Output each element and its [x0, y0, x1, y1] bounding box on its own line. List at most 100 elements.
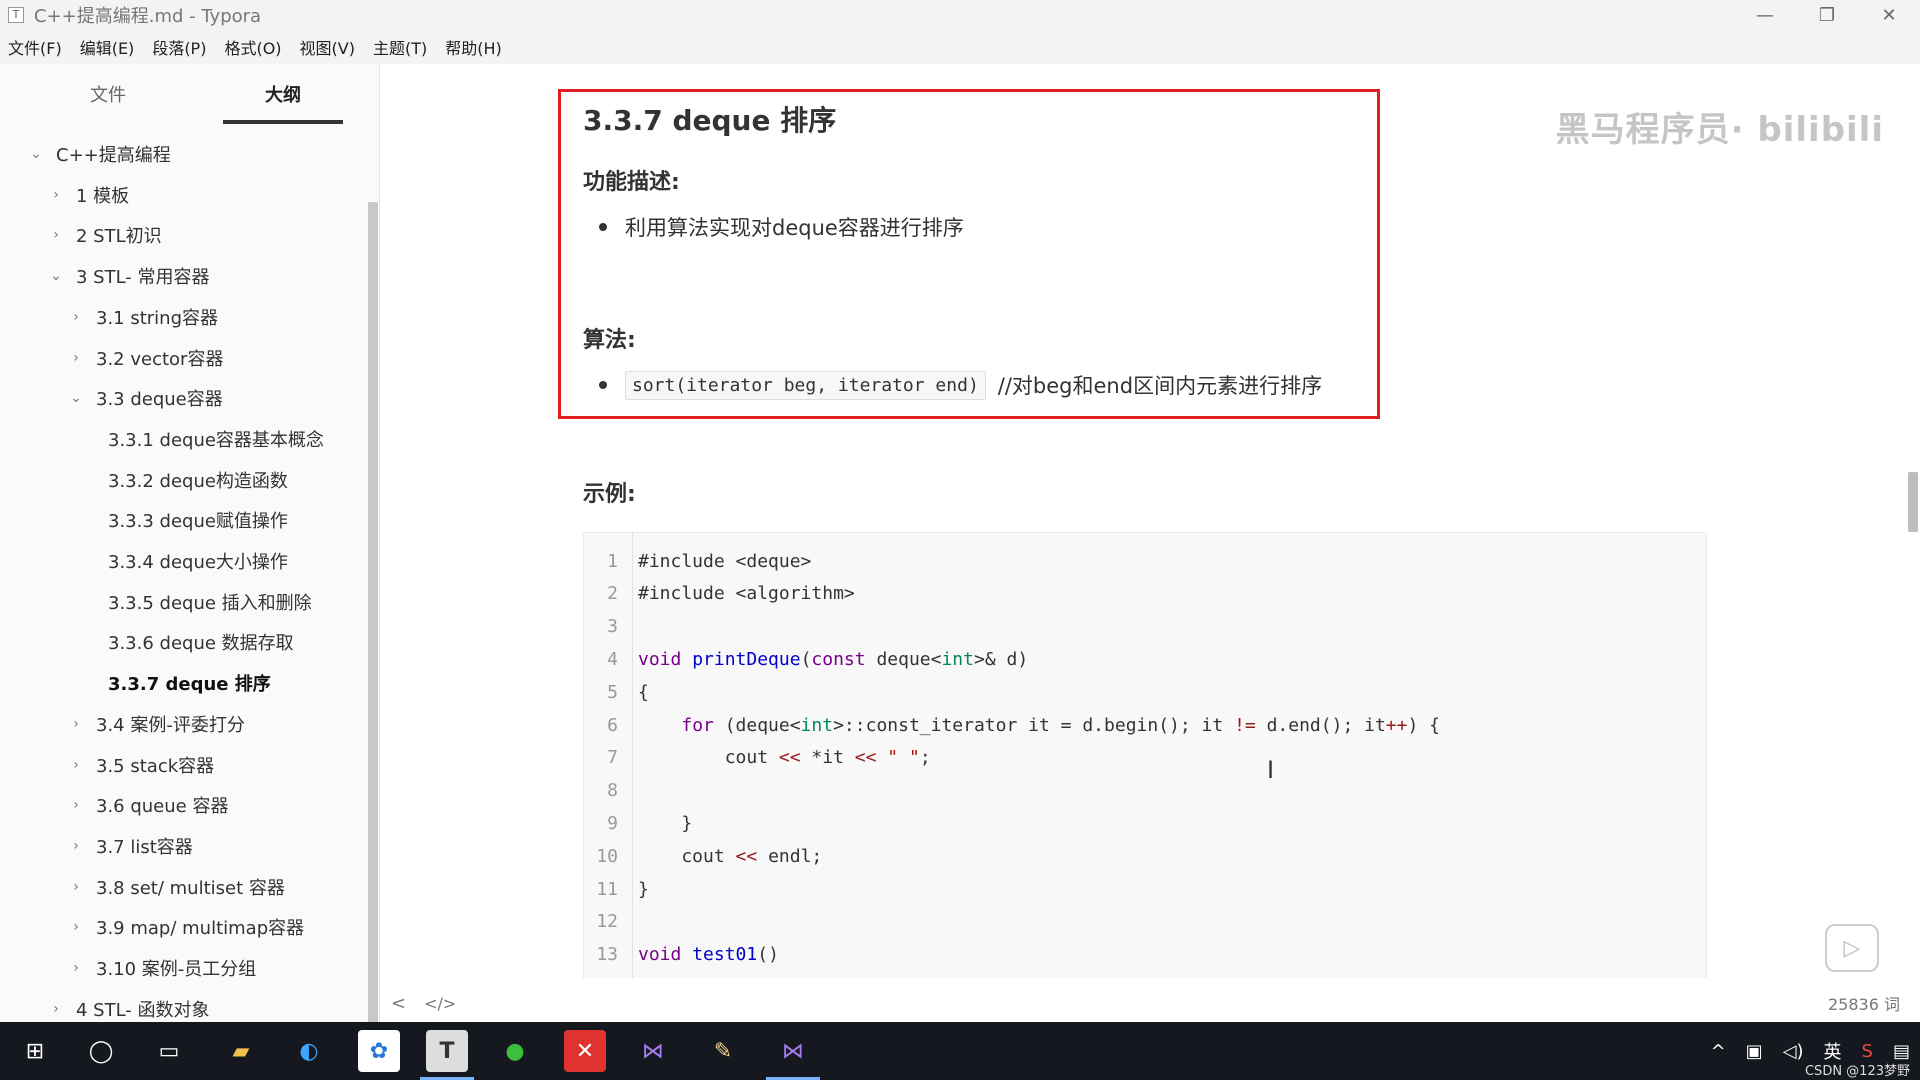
- tray-chevron-up-icon[interactable]: ^: [1711, 1041, 1726, 1062]
- chevron-right-icon[interactable]: ›: [66, 919, 86, 935]
- line-number: 1: [607, 550, 618, 572]
- tab-files[interactable]: 文件: [38, 64, 178, 124]
- code-line: 2 #include <algorithm>: [584, 578, 855, 610]
- code-block[interactable]: 1 #include <deque> 2 #include <algorithm> 3 4…: [583, 532, 1707, 978]
- edge-browser-icon[interactable]: ◐: [288, 1030, 330, 1072]
- menu-view[interactable]: 视图(V): [300, 35, 355, 59]
- outline-item[interactable]: 3.3.7 deque 排序: [108, 663, 271, 703]
- word-count[interactable]: 25836 词: [1828, 991, 1900, 1015]
- tab-outline[interactable]: 大纲: [213, 64, 353, 124]
- outline-item-label: 3 STL- 常用容器: [76, 267, 210, 289]
- line-number: 5: [607, 681, 618, 703]
- code-line: 8: [584, 775, 638, 807]
- chevron-down-icon[interactable]: ⌄: [26, 146, 46, 162]
- outline-item[interactable]: › 3.4 案例-评委打分: [66, 704, 245, 744]
- code-line: 1 #include <deque>: [584, 545, 811, 577]
- close-button[interactable]: ✕: [1858, 0, 1920, 30]
- paint-app-icon[interactable]: ✎: [702, 1030, 744, 1072]
- code-text: #include <deque>: [638, 550, 812, 572]
- menu-file[interactable]: 文件(F): [8, 35, 62, 59]
- code-line: 3: [584, 611, 638, 643]
- chevron-right-icon[interactable]: ›: [66, 879, 86, 895]
- outline-item[interactable]: › 3.6 queue 容器: [66, 785, 228, 825]
- chevron-right-icon[interactable]: ›: [66, 797, 86, 813]
- outline-item-label: 2 STL初识: [76, 226, 162, 248]
- editor-scrollbar[interactable]: [1908, 472, 1918, 532]
- restore-button[interactable]: ❐: [1796, 0, 1858, 30]
- code-text: {: [638, 681, 649, 703]
- chevron-right-icon[interactable]: ›: [66, 309, 86, 325]
- menu-edit[interactable]: 编辑(E): [80, 35, 135, 59]
- notification-icon[interactable]: ▤: [1893, 1041, 1910, 1062]
- outline-list: ⌄ C++提高编程 › 1 模板 › 2 STL初识 ⌄ 3 STL- 常用容器 › 3.1 st…: [0, 134, 370, 1019]
- outline-item[interactable]: › 3.8 set/ multiset 容器: [66, 867, 285, 907]
- outline-item[interactable]: › 2 STL初识: [46, 215, 162, 255]
- chevron-right-icon[interactable]: ›: [66, 838, 86, 854]
- minimize-button[interactable]: —: [1734, 0, 1796, 30]
- windows-start-icon[interactable]: ⊞: [14, 1030, 56, 1072]
- chevron-right-icon[interactable]: ›: [46, 187, 66, 203]
- back-arrow-icon[interactable]: <: [391, 993, 406, 1014]
- play-icon[interactable]: ▷: [1825, 924, 1879, 972]
- task-view-icon[interactable]: ▭: [148, 1030, 190, 1072]
- chevron-right-icon[interactable]: ›: [66, 350, 86, 366]
- outline-item[interactable]: › 3.9 map/ multimap容器: [66, 907, 304, 947]
- code-text: cout << endl;: [638, 845, 823, 867]
- outline-item[interactable]: 3.3.2 deque构造函数: [108, 460, 288, 500]
- menu-help[interactable]: 帮助(H): [445, 35, 502, 59]
- green-app-icon[interactable]: ●: [494, 1030, 536, 1072]
- chevron-down-icon[interactable]: ⌄: [66, 390, 86, 406]
- cloud-app-icon[interactable]: ✿: [358, 1030, 400, 1072]
- menu-paragraph[interactable]: 段落(P): [152, 35, 206, 59]
- menu-format[interactable]: 格式(O): [224, 35, 281, 59]
- outline-item[interactable]: ⌄ 3 STL- 常用容器: [46, 256, 210, 296]
- chevron-right-icon[interactable]: ›: [46, 1001, 66, 1017]
- visual-studio-2-icon[interactable]: ⋈: [772, 1030, 814, 1072]
- outline-item[interactable]: ⌄ 3.3 deque容器: [66, 378, 223, 418]
- outline-item[interactable]: ⌄ C++提高编程: [26, 134, 171, 174]
- windows-taskbar: ⊞ ◯ ▭ ▰ ◐ ✿ T ● ✕ ⋈ ✎ ⋈ ^ ▣ ◁) 英 S ▤ CSD…: [0, 1022, 1920, 1080]
- outline-item[interactable]: › 3.5 stack容器: [66, 745, 214, 785]
- chevron-down-icon[interactable]: ⌄: [46, 268, 66, 284]
- code-line: 6 for (deque<int>::const_iterator it = d…: [584, 709, 1440, 741]
- algo-comment: //对beg和end区间内元素进行排序: [997, 374, 1323, 398]
- file-explorer-icon[interactable]: ▰: [220, 1030, 262, 1072]
- xmind-icon[interactable]: ✕: [564, 1030, 606, 1072]
- outline-item[interactable]: 3.3.5 deque 插入和删除: [108, 582, 312, 622]
- outline-item[interactable]: 3.3.6 deque 数据存取: [108, 622, 294, 662]
- outline-item[interactable]: › 4 STL- 函数对象: [46, 989, 209, 1019]
- outline-item[interactable]: › 1 模板: [46, 175, 129, 215]
- sogou-ime-icon[interactable]: S: [1862, 1041, 1873, 1062]
- chevron-right-icon[interactable]: ›: [66, 757, 86, 773]
- chevron-right-icon[interactable]: ›: [66, 960, 86, 976]
- volume-icon[interactable]: ◁): [1783, 1041, 1804, 1062]
- outline-item-label: C++提高编程: [56, 145, 171, 166]
- outline-item[interactable]: › 3.2 vector容器: [66, 338, 223, 378]
- inline-code-sort: sort(iterator beg, iterator end): [625, 370, 986, 400]
- visual-studio-icon[interactable]: ⋈: [632, 1030, 674, 1072]
- menu-theme[interactable]: 主题(T): [373, 35, 427, 59]
- func-desc-heading: 功能描述:: [583, 170, 680, 195]
- typora-taskbar-icon[interactable]: T: [426, 1030, 468, 1072]
- outline-item[interactable]: › 3.7 list容器: [66, 826, 193, 866]
- chevron-right-icon[interactable]: ›: [46, 227, 66, 243]
- search-icon[interactable]: ◯: [80, 1030, 122, 1072]
- sidebar-scrollbar[interactable]: [368, 202, 378, 1034]
- source-mode-icon[interactable]: </>: [424, 994, 456, 1013]
- outline-item[interactable]: › 3.1 string容器: [66, 297, 218, 337]
- line-number: 11: [596, 878, 618, 900]
- status-bar: < </> 25836 词: [381, 985, 1920, 1021]
- editor[interactable]: 3.3.7 deque 排序 功能描述: 利用算法实现对deque容器进行排序 …: [381, 64, 1920, 978]
- outline-item[interactable]: 3.3.1 deque容器基本概念: [108, 419, 324, 459]
- outline-item[interactable]: 3.3.3 deque赋值操作: [108, 500, 288, 540]
- outline-item[interactable]: › 3.10 案例-员工分组: [66, 948, 256, 988]
- line-number: 6: [607, 714, 618, 736]
- code-text: for (deque<int>::const_iterator it = d.b…: [681, 714, 1440, 736]
- line-number: 2: [607, 583, 618, 605]
- outline-item[interactable]: 3.3.4 deque大小操作: [108, 541, 288, 581]
- outline-item-label: 3.3.3 deque赋值操作: [108, 511, 288, 533]
- func-bullet-text: 利用算法实现对deque容器进行排序: [625, 216, 964, 240]
- chevron-right-icon[interactable]: ›: [66, 716, 86, 732]
- network-icon[interactable]: ▣: [1746, 1041, 1763, 1062]
- outline-item-label: 3.9 map/ multimap容器: [96, 918, 305, 940]
